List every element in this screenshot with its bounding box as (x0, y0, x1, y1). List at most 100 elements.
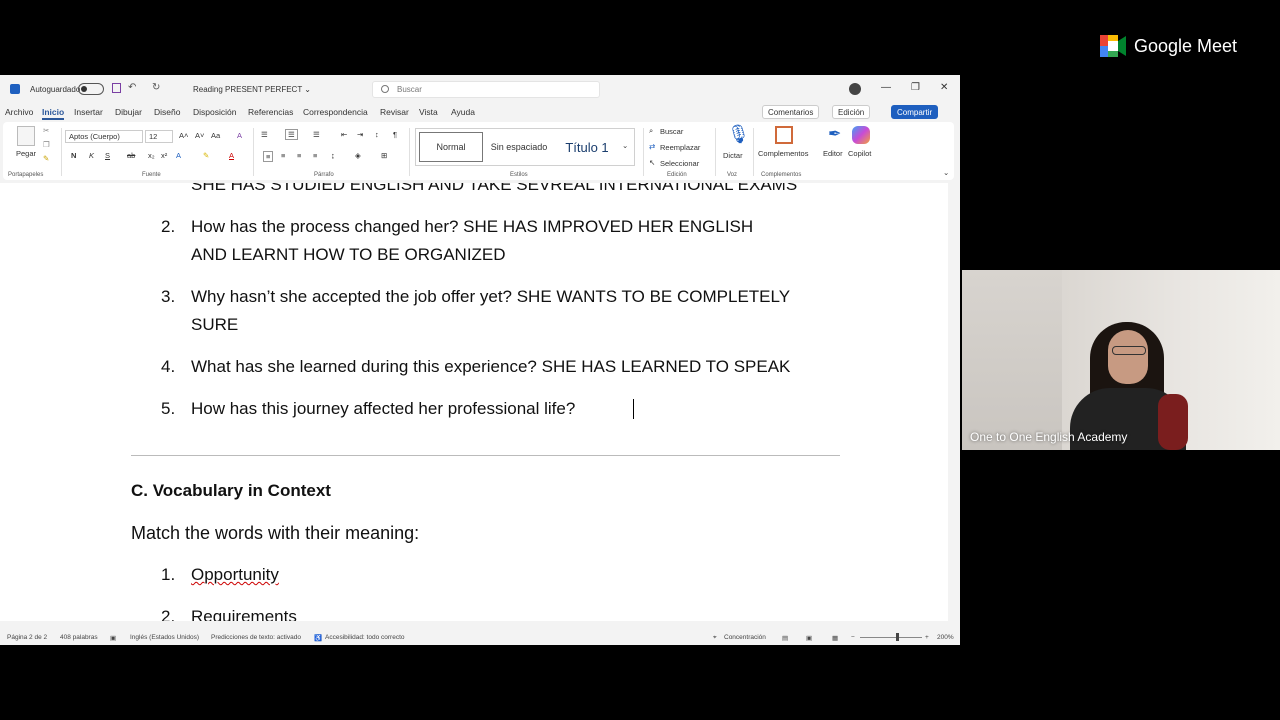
style-heading-1-label: Título 1 (565, 139, 609, 155)
tab-disposicion[interactable]: Disposición (193, 107, 236, 117)
superscript-icon[interactable]: x² (161, 151, 167, 160)
comments-button[interactable]: Comentarios (762, 105, 820, 119)
web-layout-icon[interactable]: ▦ (832, 634, 838, 642)
multilevel-list-icon[interactable]: ☰ (313, 130, 320, 139)
page-count[interactable]: Página 2 de 2 (7, 634, 47, 641)
select-icon[interactable]: ↖ (649, 158, 655, 167)
microphone-icon[interactable]: 🎙 (727, 124, 750, 145)
format-painter-icon[interactable]: ✎ (43, 154, 49, 163)
change-case-icon[interactable]: Aa (211, 131, 220, 140)
find-icon[interactable]: ⌕ (649, 126, 653, 136)
zoom-out-icon[interactable]: − (851, 634, 855, 641)
collapse-ribbon-icon[interactable]: ⌄ (943, 168, 949, 177)
replace-label[interactable]: Reemplazar (660, 143, 700, 152)
minimize-icon[interactable]: — (881, 82, 891, 93)
focus-mode-label[interactable]: Concentración (724, 634, 766, 641)
tab-inicio[interactable]: Inicio (42, 107, 65, 120)
tab-archivo[interactable]: Archivo (5, 107, 33, 117)
editor-icon[interactable]: ✒ (828, 124, 841, 144)
italic-button[interactable]: K (89, 151, 94, 160)
read-mode-icon[interactable]: ▤ (782, 634, 788, 642)
paste-icon[interactable] (17, 126, 35, 146)
select-label[interactable]: Seleccionar (660, 159, 699, 168)
question-text: What has she learned during this experie… (191, 357, 791, 376)
tab-ayuda[interactable]: Ayuda (451, 107, 475, 117)
editing-mode-button[interactable]: Edición (832, 105, 871, 119)
search-box[interactable]: Buscar (372, 81, 600, 98)
bold-button[interactable]: N (71, 151, 76, 160)
highlight-icon[interactable]: ✎ (203, 151, 209, 160)
replace-icon[interactable]: ⇄ (649, 142, 655, 151)
bullets-icon[interactable]: ☰ (261, 130, 268, 139)
undo-icon[interactable]: ↶ (128, 82, 136, 93)
shading-icon[interactable]: ◈ (355, 151, 361, 160)
text-predictions-status[interactable]: Predicciones de texto: activado (211, 634, 301, 641)
proofing-icon[interactable]: ▣ (110, 634, 116, 642)
numbering-icon[interactable]: ☰ (285, 129, 298, 140)
cut-icon[interactable]: ✂ (43, 126, 49, 135)
close-icon[interactable]: ✕ (940, 82, 948, 93)
autosave-toggle[interactable] (78, 83, 104, 95)
zoom-slider[interactable] (860, 637, 922, 638)
addins-icon[interactable] (775, 126, 793, 144)
increase-indent-icon[interactable]: ⇥ (357, 130, 363, 139)
dictate-label[interactable]: Dictar (723, 151, 743, 160)
subscript-icon[interactable]: x₂ (148, 151, 155, 160)
editor-label[interactable]: Editor (823, 149, 843, 158)
zoom-in-icon[interactable]: + (925, 634, 929, 641)
share-button[interactable]: Compartir (891, 105, 939, 119)
zoom-slider-thumb[interactable] (896, 633, 899, 641)
tab-diseno[interactable]: Diseño (154, 107, 180, 117)
font-name-select[interactable]: Aptos (Cuerpo) (65, 130, 143, 143)
align-center-icon[interactable]: ≡ (281, 151, 285, 160)
copy-icon[interactable]: ❐ (43, 140, 50, 149)
clear-format-icon[interactable]: A (237, 131, 242, 140)
strikethrough-button[interactable]: ab (127, 151, 135, 160)
word-count[interactable]: 408 palabras (60, 634, 98, 641)
vertical-scrollbar[interactable] (948, 183, 960, 621)
zoom-level[interactable]: 200% (937, 634, 954, 641)
underline-button[interactable]: S (105, 151, 110, 160)
text-effects-icon[interactable]: A (176, 151, 181, 160)
tab-insertar[interactable]: Insertar (74, 107, 103, 117)
language-status[interactable]: Inglés (Estados Unidos) (130, 634, 199, 641)
style-no-spacing[interactable]: Sin espaciado (486, 132, 552, 162)
justify-icon[interactable]: ≡ (313, 151, 317, 160)
styles-more-icon[interactable]: ⌄ (622, 141, 628, 150)
tab-referencias[interactable]: Referencias (248, 107, 293, 117)
redo-icon[interactable]: ↻ (152, 82, 160, 93)
show-marks-icon[interactable]: ¶ (393, 130, 397, 139)
tab-correspondencia[interactable]: Correspondencia (303, 107, 368, 117)
document-name[interactable]: Reading PRESENT PERFECT ⌄ (193, 85, 311, 94)
addins-label[interactable]: Complementos (758, 149, 808, 158)
shrink-font-icon[interactable]: A˅ (195, 131, 204, 140)
align-left-icon[interactable]: ≡ (263, 151, 274, 162)
style-heading-1[interactable]: Título 1 (556, 132, 618, 162)
font-color-icon[interactable]: A (229, 151, 234, 160)
decrease-indent-icon[interactable]: ⇤ (341, 130, 347, 139)
grow-font-icon[interactable]: A˄ (179, 131, 188, 140)
restore-icon[interactable]: ❐ (911, 82, 920, 93)
borders-icon[interactable]: ⊞ (381, 151, 387, 160)
save-icon[interactable] (112, 83, 121, 93)
sort-icon[interactable]: ↕ (375, 130, 379, 139)
align-right-icon[interactable]: ≡ (297, 151, 301, 160)
accessibility-icon[interactable]: ♿ (314, 634, 322, 642)
style-normal[interactable]: Normal (419, 132, 483, 162)
font-size-select[interactable]: 12 (145, 130, 173, 143)
focus-icon[interactable]: ⌖ (713, 634, 717, 642)
autosave-label: Autoguardado (30, 85, 81, 94)
paste-label[interactable]: Pegar (16, 149, 36, 158)
tab-dibujar[interactable]: Dibujar (115, 107, 142, 117)
line-spacing-icon[interactable]: ↨ (331, 151, 335, 160)
print-layout-icon[interactable]: ▣ (806, 634, 812, 642)
document-page[interactable]: SHE HAS STUDIED ENGLISH AND TAKE SEVREAL… (0, 183, 948, 621)
tab-vista[interactable]: Vista (419, 107, 438, 117)
find-label[interactable]: Buscar (660, 127, 683, 136)
participant-video[interactable]: One to One English Academy (962, 270, 1280, 450)
account-avatar[interactable] (849, 83, 861, 95)
copilot-icon[interactable] (852, 126, 870, 144)
copilot-label[interactable]: Copilot (848, 149, 871, 158)
tab-revisar[interactable]: Revisar (380, 107, 409, 117)
accessibility-status[interactable]: Accesibilidad: todo correcto (325, 634, 405, 641)
